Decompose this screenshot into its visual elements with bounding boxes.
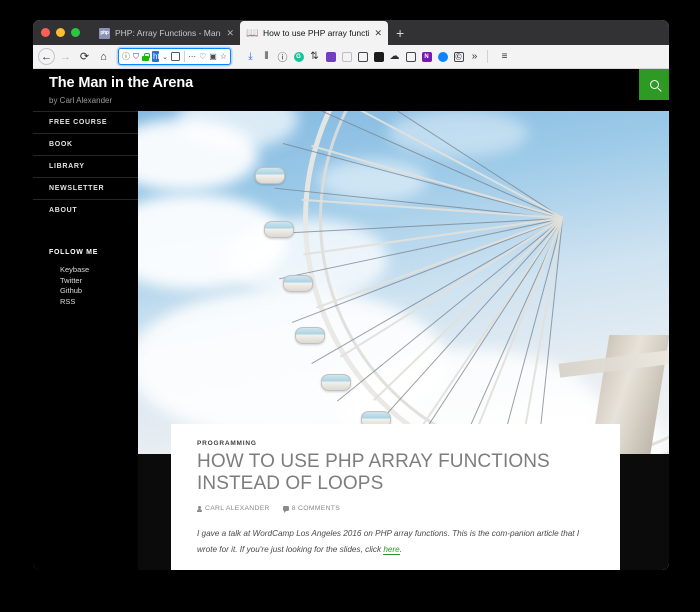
app-menu-icon[interactable]: ≡ [497, 49, 512, 64]
search-icon [649, 80, 659, 89]
back-icon[interactable]: ← [38, 48, 55, 65]
close-icon[interactable]: ✕ [226, 28, 234, 39]
wallet-glyph: Ⓒ [453, 51, 464, 62]
window-traffic-lights [41, 20, 92, 45]
messenger-glyph [437, 51, 448, 62]
url-input[interactable]: https://carlalexa [152, 51, 160, 62]
wallet-icon[interactable]: Ⓒ [451, 49, 466, 64]
split-view-icon[interactable] [355, 49, 370, 64]
library-icon[interactable]: ⦀ [259, 49, 274, 64]
sidebar-item-label: NEWSLETTER [49, 185, 105, 192]
sidebar-item-free-course[interactable]: FREE COURSE [33, 111, 138, 133]
browser-window: php PHP: Array Functions - Manual ✕ 📖 Ho… [33, 20, 669, 570]
social-link-keybase[interactable]: Keybase [49, 265, 138, 276]
article-title: HOW TO USE PHP ARRAY FUNCTIONS INSTEAD O… [197, 451, 550, 494]
comments-label: 8 COMMENTS [291, 505, 341, 512]
article-paragraph-lede: I gave a talk at WordCamp Los Angeles 20… [197, 526, 594, 557]
follow-me-block: FOLLOW ME Keybase Twitter Github RSS [33, 221, 138, 307]
grammarly-glyph: G [293, 51, 304, 62]
onenote-glyph: N [421, 51, 432, 62]
lede-text-part2: . [399, 544, 402, 554]
tracking-shield-icon[interactable]: ⛉ [133, 52, 139, 61]
tab-php-array-functions-manual[interactable]: php PHP: Array Functions - Manual ✕ [92, 21, 240, 45]
reader-mode-icon[interactable] [171, 52, 180, 61]
container-tabs-icon[interactable] [403, 49, 418, 64]
hero-image-ferris-wheel [138, 99, 669, 454]
home-icon[interactable]: ⌂ [95, 48, 112, 65]
new-tab-button[interactable]: + [388, 21, 412, 45]
search-button[interactable] [639, 69, 669, 100]
lock-icon [142, 52, 150, 61]
chevron-down-icon[interactable]: ⌄ [162, 53, 168, 61]
author-name: CARL ALEXANDER [205, 505, 270, 512]
sidebar-item-label: FREE COURSE [49, 119, 108, 126]
site-header: The Man in the Arena by Carl Alexander [33, 69, 669, 111]
pocket-icon[interactable]: ♡ [199, 52, 206, 61]
overflow-menu-icon[interactable]: » [467, 49, 482, 64]
sidebar-item-newsletter[interactable]: NEWSLETTER [33, 177, 138, 199]
notes-icon-faded[interactable] [339, 49, 354, 64]
tab-title: How to use PHP array functions [263, 28, 370, 38]
close-window-button[interactable] [41, 28, 50, 37]
sidebar-item-library[interactable]: LIBRARY [33, 155, 138, 177]
notes-glyph [341, 51, 352, 62]
site-branding[interactable]: The Man in the Arena by Carl Alexander [33, 69, 193, 105]
messenger-icon[interactable] [435, 49, 450, 64]
site-tagline: by Carl Alexander [49, 96, 113, 105]
container-tabs-glyph [405, 51, 416, 62]
article-category[interactable]: PROGRAMMING [197, 440, 594, 447]
sort-tabs-icon[interactable]: ⇅ [307, 49, 322, 64]
screenshot-icon[interactable]: ▣ [209, 52, 217, 61]
clipboard-manager-icon[interactable] [323, 49, 338, 64]
forward-icon: → [60, 50, 71, 63]
page-actions-icon[interactable]: ⋯ [188, 52, 196, 61]
toolbar-divider [487, 50, 488, 63]
article-author[interactable]: CARL ALEXANDER [197, 505, 270, 512]
downloads-icon[interactable]: ⤓ [243, 49, 258, 64]
sidebar: FREE COURSE BOOK LIBRARY NEWSLETTER ABOU… [33, 111, 138, 570]
sidebar-item-label: LIBRARY [49, 163, 85, 170]
reload-icon[interactable]: ⟳ [76, 48, 93, 65]
tab-how-to-use-php-array-functions[interactable]: 📖 How to use PHP array functions ✕ [240, 21, 388, 45]
url-bar[interactable]: ⓘ ⛉ https://carlalexa ⌄ ⋯ ♡ ▣ ☆ [118, 48, 231, 65]
comment-bubble-icon [282, 506, 289, 513]
follow-me-heading: FOLLOW ME [49, 249, 99, 256]
minimize-window-button[interactable] [56, 28, 65, 37]
article-card: PROGRAMMING HOW TO USE PHP ARRAY FUNCTIO… [171, 424, 620, 570]
social-link-twitter[interactable]: Twitter [49, 276, 138, 287]
page-viewport: The Man in the Arena by Carl Alexander F… [33, 69, 669, 570]
article-comments-count[interactable]: 8 COMMENTS [282, 505, 341, 513]
book-favicon: 📖 [246, 27, 259, 39]
cloud-save-icon[interactable]: ☁ [387, 49, 402, 64]
sidebar-item-label: ABOUT [49, 207, 78, 214]
sidebar-item-about[interactable]: ABOUT [33, 199, 138, 221]
maximize-window-button[interactable] [71, 28, 80, 37]
tab-title: PHP: Array Functions - Manual [115, 28, 222, 38]
site-info-icon[interactable]: ⓘ [122, 52, 130, 61]
site-title: The Man in the Arena [49, 75, 194, 91]
clipboard-glyph [325, 51, 336, 62]
article-meta: CARL ALEXANDER 8 COMMENTS [197, 505, 594, 513]
social-link-rss[interactable]: RSS [49, 297, 138, 308]
grammarly-icon[interactable]: G [291, 49, 306, 64]
onenote-icon[interactable]: N [419, 49, 434, 64]
extensions-toolbar: ⤓ ⦀ ⓘ G ⇅ ☁ N Ⓒ » ≡ [243, 49, 512, 64]
php-favicon: php [99, 27, 110, 39]
sidebar-item-book[interactable]: BOOK [33, 133, 138, 155]
screenshot-tool-glyph [373, 51, 384, 62]
slides-link[interactable]: here [383, 544, 400, 555]
navigation-toolbar: ← → ⟳ ⌂ ⓘ ⛉ https://carlalexa ⌄ ⋯ ♡ ▣ ☆ … [33, 45, 669, 69]
tab-strip: php PHP: Array Functions - Manual ✕ 📖 Ho… [33, 20, 669, 45]
sidebar-item-label: BOOK [49, 141, 73, 148]
bookmark-star-icon[interactable]: ☆ [220, 52, 227, 61]
sync-account-icon[interactable]: ⓘ [275, 49, 290, 64]
close-icon[interactable]: ✕ [374, 28, 382, 39]
user-icon [197, 505, 202, 512]
screenshot-tool-icon[interactable] [371, 49, 386, 64]
split-view-glyph [357, 51, 368, 62]
social-link-github[interactable]: Github [49, 286, 138, 297]
